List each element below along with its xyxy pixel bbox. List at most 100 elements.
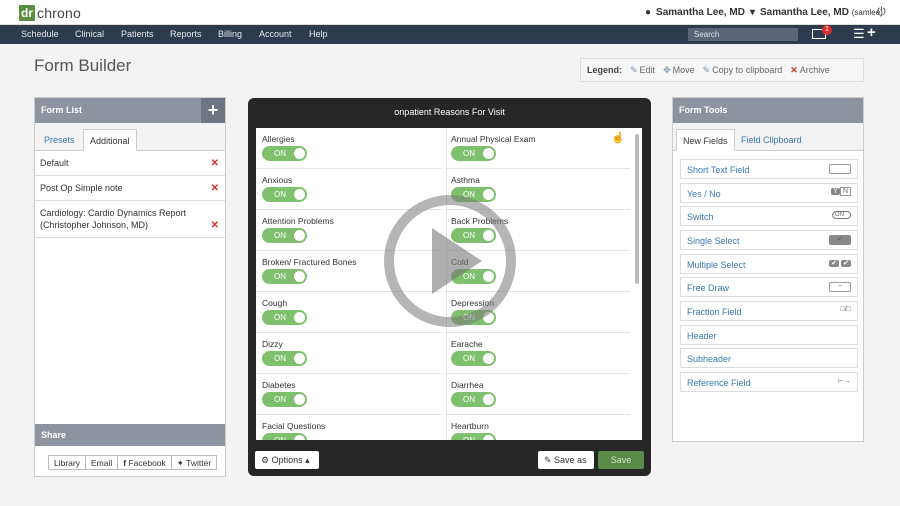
on-toggle[interactable]: ON	[262, 187, 307, 202]
search-input[interactable]	[688, 28, 798, 41]
toggle-label: ON	[274, 436, 286, 440]
tab-additional[interactable]: Additional	[83, 129, 137, 151]
tool-switch[interactable]: Switch ON	[680, 206, 858, 226]
tool-label: Reference Field	[687, 378, 751, 388]
toggle-label: ON	[274, 313, 286, 322]
nav-reports[interactable]: Reports	[170, 29, 202, 39]
legend-edit: ✎ Edit	[630, 65, 655, 76]
form-field[interactable]: Annual Physical Exam ON	[445, 128, 630, 169]
delete-x-icon[interactable]: ✕	[211, 220, 219, 232]
on-toggle[interactable]: ON	[262, 228, 307, 243]
save-button[interactable]: Save	[598, 451, 644, 469]
on-toggle[interactable]: ON	[262, 310, 307, 325]
yes-icon-text: Y	[831, 188, 840, 195]
legend: Legend: ✎ Edit ✥ Move ✎ Copy to clipboard ✕…	[580, 58, 864, 82]
nav-billing[interactable]: Billing	[218, 29, 242, 39]
nav-schedule[interactable]: Schedule	[21, 29, 59, 39]
toggle-label: ON	[463, 354, 475, 363]
tool-yes-no[interactable]: Yes / No Y N	[680, 183, 858, 203]
form-list-item-label: Cardiology: Cardio Dynamics Report (Chri…	[40, 208, 187, 230]
form-field[interactable]: Diabetes ON	[256, 374, 441, 415]
tool-reference-field[interactable]: Reference Field ⊢→	[680, 372, 858, 392]
tool-label: Fraction Field	[687, 307, 742, 317]
user-menu[interactable]: ● Samantha Lee, MD ▾	[645, 7, 755, 18]
toggle-label: ON	[463, 395, 475, 404]
switch-icon: ON	[832, 211, 851, 221]
share-twitter-label: Twitter	[186, 458, 212, 468]
tool-header[interactable]: Header	[680, 325, 858, 345]
tool-short-text-field[interactable]: Short Text Field	[680, 159, 858, 179]
form-field[interactable]: Diarrhea ON	[445, 374, 630, 415]
share-library-button[interactable]: Library	[48, 455, 86, 470]
options-button[interactable]: ⚙ Options ▴	[255, 451, 319, 469]
form-field-label: Cough	[262, 298, 288, 308]
form-tools-tabs: New Fields Field Clipboard	[673, 123, 863, 151]
tool-subheader[interactable]: Subheader	[680, 348, 858, 368]
tool-single-select[interactable]: Single Select ✔	[680, 230, 858, 250]
toggle-label: ON	[463, 436, 475, 440]
tool-label: Yes / No	[687, 189, 721, 199]
on-toggle[interactable]: ON	[262, 269, 307, 284]
share-facebook-button[interactable]: f Facebook	[117, 455, 172, 470]
on-toggle[interactable]: ON	[451, 392, 496, 407]
nav-clinical[interactable]: Clinical	[75, 29, 104, 39]
legend-copy: ✎ Copy to clipboard	[703, 65, 783, 76]
play-triangle-icon[interactable]	[432, 228, 482, 294]
toggle-knob	[294, 230, 305, 241]
on-toggle[interactable]: ON	[451, 433, 496, 440]
nav-help[interactable]: Help	[309, 29, 328, 39]
tool-fraction-field[interactable]: Fraction Field □/□	[680, 301, 858, 321]
form-list-title: Form List	[41, 105, 83, 115]
toggle-knob	[294, 271, 305, 282]
share-email-button[interactable]: Email	[84, 455, 119, 470]
plus-icon[interactable]: +	[867, 25, 876, 40]
account-name[interactable]: Samantha Lee, MD (samlee)	[760, 7, 883, 18]
form-field[interactable]: Anxious ON	[256, 169, 441, 210]
toggle-knob	[483, 353, 494, 364]
form-field-label: Diarrhea	[451, 380, 484, 390]
checkmark-icon: ✔	[829, 235, 851, 245]
nav-account[interactable]: Account	[259, 29, 292, 39]
share-twitter-button[interactable]: ✦ Twitter	[170, 455, 218, 470]
on-toggle[interactable]: ON	[262, 146, 307, 161]
power-icon[interactable]: ⏻	[877, 6, 886, 19]
menu-icon[interactable]: ☰	[853, 27, 865, 40]
clipboard-icon: ✎	[702, 64, 711, 75]
scribble-icon: ~	[829, 282, 851, 292]
form-list-item[interactable]: Cardiology: Cardio Dynamics Report (Chri…	[35, 201, 225, 238]
form-field[interactable]: Facial Questions ON	[256, 415, 441, 440]
toggle-label: ON	[274, 149, 286, 158]
form-scrollbar[interactable]	[635, 134, 639, 284]
add-form-button[interactable]: +	[201, 98, 225, 123]
delete-x-icon[interactable]: ✕	[211, 158, 219, 170]
form-field[interactable]: Dizzy ON	[256, 333, 441, 374]
form-field[interactable]: Heartburn ON	[445, 415, 630, 440]
save-as-button[interactable]: ✎ Save as	[538, 451, 594, 469]
legend-move: ✥ Move	[663, 65, 695, 76]
toggle-label: ON	[274, 354, 286, 363]
on-toggle[interactable]: ON	[262, 392, 307, 407]
delete-x-icon[interactable]: ✕	[211, 183, 219, 195]
toggle-knob	[294, 189, 305, 200]
tab-presets[interactable]: Presets	[38, 129, 81, 151]
form-list-item-label: Post Op Simple note	[40, 183, 123, 193]
tool-multiple-select[interactable]: Multiple Select ✔ ✔	[680, 254, 858, 274]
switch-icon-text: ON	[832, 211, 851, 219]
tool-free-draw[interactable]: Free Draw ~	[680, 277, 858, 297]
on-toggle[interactable]: ON	[262, 351, 307, 366]
toggle-label: ON	[274, 190, 286, 199]
toggle-label: ON	[274, 272, 286, 281]
tab-field-clipboard[interactable]: Field Clipboard	[735, 129, 808, 151]
user-icon: ●	[645, 7, 652, 18]
on-toggle[interactable]: ON	[451, 351, 496, 366]
nav-patients[interactable]: Patients	[121, 29, 154, 39]
on-toggle[interactable]: ON	[262, 433, 307, 440]
tab-new-fields[interactable]: New Fields	[676, 129, 735, 151]
form-list-item[interactable]: Default ✕	[35, 151, 225, 176]
form-field[interactable]: Earache ON	[445, 333, 630, 374]
form-list-item[interactable]: Post Op Simple note ✕	[35, 176, 225, 201]
form-field[interactable]: Allergies ON	[256, 128, 441, 169]
cursor-hand-icon: ☝	[611, 132, 625, 144]
on-toggle[interactable]: ON	[451, 146, 496, 161]
drchrono-logo[interactable]: dr chrono	[19, 4, 81, 22]
